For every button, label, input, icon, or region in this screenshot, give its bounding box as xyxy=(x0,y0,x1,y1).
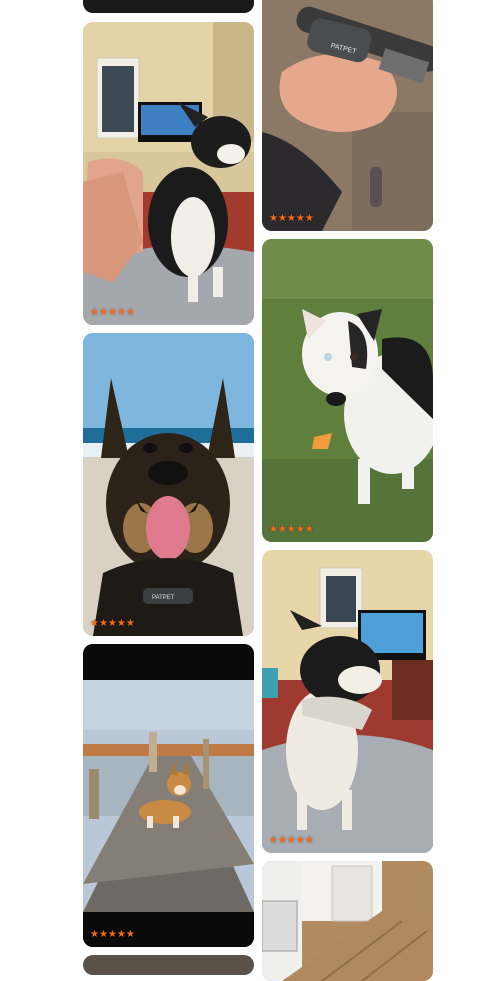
review-card-partial-bottom[interactable] xyxy=(83,955,254,975)
review-photo xyxy=(262,861,433,981)
review-photo: PATPET xyxy=(83,333,254,636)
review-photo xyxy=(262,239,433,542)
rating-stars: ★★★★★ xyxy=(269,524,314,535)
review-card-kitchen[interactable] xyxy=(262,861,433,981)
rating-stars: ★★★★★ xyxy=(90,929,135,940)
review-card-chihuahua-sofa[interactable]: ★★★★★ xyxy=(262,550,433,853)
review-card-chihuahua[interactable]: ★★★★★ xyxy=(83,22,254,325)
review-card-corgi[interactable]: ★★★★★ xyxy=(83,644,254,947)
review-card-border-collie[interactable]: ★★★★★ xyxy=(262,239,433,542)
review-card-collar[interactable]: PATPET ★★★★★ xyxy=(262,0,433,231)
rating-stars: ★★★★★ xyxy=(90,618,135,629)
review-photo xyxy=(83,22,254,325)
review-photo xyxy=(83,644,254,947)
rating-stars: ★★★★★ xyxy=(90,0,135,3)
review-photo xyxy=(262,550,433,853)
svg-text:PATPET: PATPET xyxy=(152,595,175,601)
rating-stars: ★★★★★ xyxy=(269,213,314,224)
rating-stars: ★★★★★ xyxy=(90,307,135,318)
rating-stars: ★★★★★ xyxy=(269,835,314,846)
review-card-german-shepherd[interactable]: PATPET ★★★★★ xyxy=(83,333,254,636)
review-card-partial-top[interactable]: ★★★★★ xyxy=(83,0,254,13)
review-photo: PATPET xyxy=(262,0,433,231)
